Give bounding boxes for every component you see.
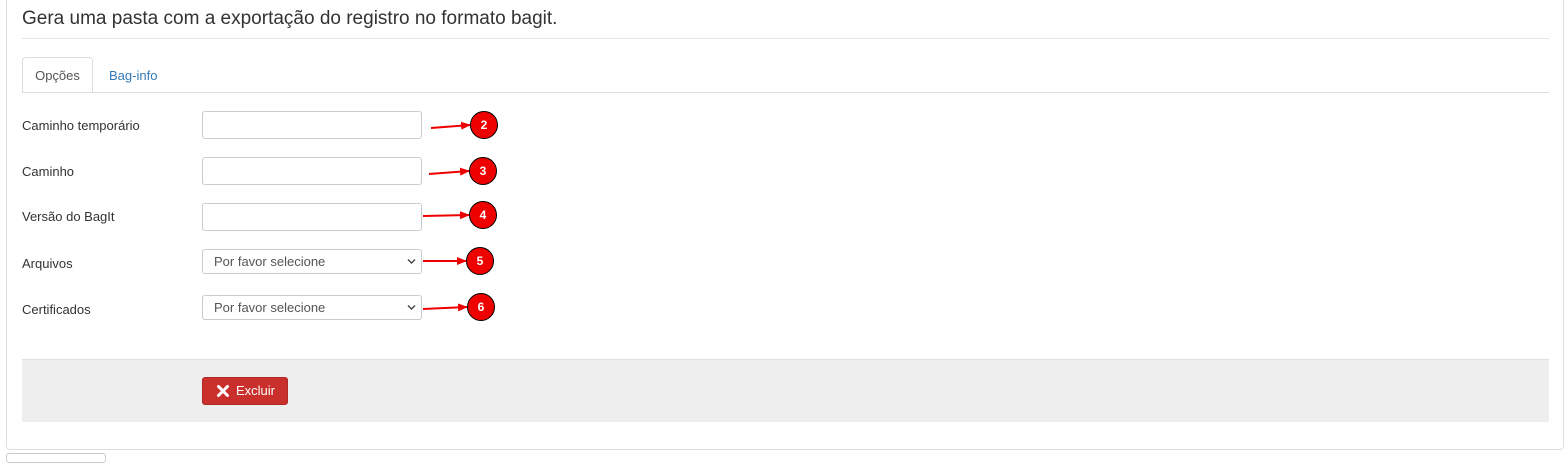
- annotation-number-4: 4: [479, 208, 487, 222]
- tabs-divider: [22, 92, 1549, 93]
- annotation-number-2: 2: [480, 118, 488, 132]
- arquivos-select[interactable]: Por favor selecione: [202, 249, 422, 274]
- tab-opcoes[interactable]: Opções: [22, 57, 93, 93]
- annotation-number-5: 5: [476, 254, 484, 268]
- caminho-input[interactable]: [202, 157, 422, 185]
- chevron-down-icon: [407, 259, 416, 264]
- delete-button-label: Excluir: [236, 383, 276, 398]
- caminho-temporario-input[interactable]: [202, 111, 422, 139]
- versao-bagit-input[interactable]: [202, 203, 422, 231]
- page-title: Gera uma pasta com a exportação do regis…: [22, 8, 558, 29]
- annotation-number-3: 3: [479, 164, 487, 178]
- bottom-control-edge[interactable]: [6, 453, 106, 463]
- label-versao-bagit: Versão do BagIt: [22, 209, 115, 224]
- label-arquivos: Arquivos: [22, 256, 73, 271]
- delete-button[interactable]: Excluir: [202, 377, 288, 405]
- tab-bag-info[interactable]: Bag-info: [95, 57, 171, 93]
- label-caminho-temporario: Caminho temporário: [22, 118, 140, 133]
- certificados-select-value: Por favor selecione: [214, 300, 326, 315]
- label-certificados: Certificados: [22, 302, 91, 317]
- label-caminho: Caminho: [22, 164, 75, 179]
- annotation-number-6: 6: [477, 300, 485, 314]
- certificados-select[interactable]: Por favor selecione: [202, 295, 422, 320]
- chevron-down-icon: [407, 305, 416, 310]
- close-icon: [217, 385, 229, 397]
- title-divider: [22, 38, 1549, 39]
- arquivos-select-value: Por favor selecione: [214, 254, 326, 269]
